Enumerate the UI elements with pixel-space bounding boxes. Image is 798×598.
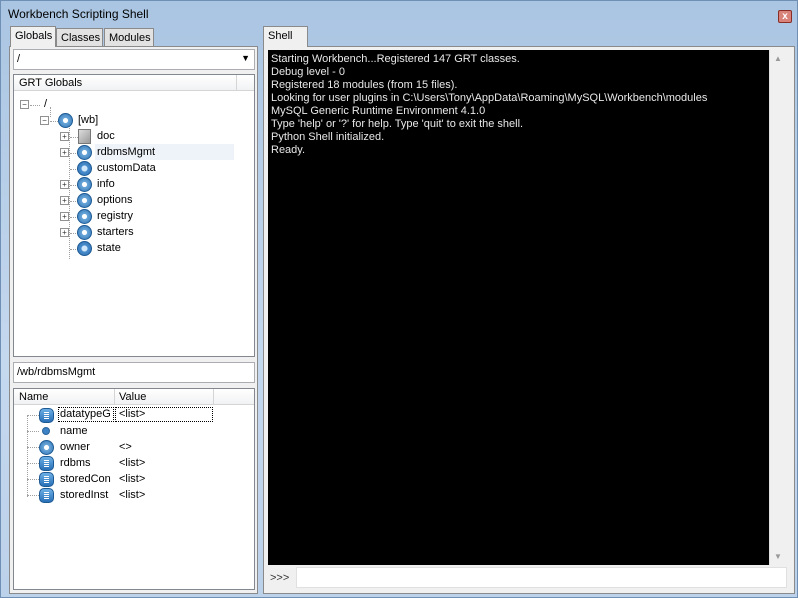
properties-list[interactable]: Name Value datatypeG <list> name owner <…	[13, 388, 255, 590]
object-icon	[58, 113, 73, 128]
output-line: Type 'help' or '?' for help. Type 'quit'…	[271, 118, 524, 130]
prop-name[interactable]: storedCon	[60, 471, 111, 487]
output-line: Debug level - 0	[271, 66, 345, 78]
tree-item-customdata[interactable]: customData	[97, 160, 156, 176]
collapse-icon[interactable]: −	[20, 100, 29, 109]
expand-icon[interactable]: +	[60, 196, 69, 205]
expand-icon[interactable]: +	[60, 132, 69, 141]
tree-item-registry[interactable]: registry	[97, 208, 133, 224]
dict-icon	[77, 241, 92, 256]
object-icon	[39, 440, 54, 455]
prop-value: <list>	[119, 473, 146, 485]
collapse-icon[interactable]: −	[40, 116, 49, 125]
list-icon	[39, 472, 54, 487]
chevron-down-icon[interactable]: ▼	[241, 53, 250, 63]
prop-name[interactable]: name	[60, 423, 88, 439]
tree-item-wb[interactable]: [wb]	[78, 112, 98, 128]
object-icon	[77, 177, 92, 192]
tree-item-starters[interactable]: starters	[97, 224, 134, 240]
prop-name[interactable]: datatypeG	[58, 407, 114, 422]
prop-value: <list>	[119, 457, 146, 469]
tree-item-state[interactable]: state	[97, 240, 121, 256]
tab-modules[interactable]: Modules	[104, 28, 154, 47]
scripting-shell-window: Workbench Scripting Shell x Globals Clas…	[0, 0, 798, 598]
scroll-up-icon[interactable]: ▲	[774, 54, 782, 63]
document-icon	[78, 129, 91, 144]
tree-header: GRT Globals	[14, 75, 254, 91]
close-icon[interactable]: x	[778, 10, 792, 23]
object-icon	[77, 209, 92, 224]
globals-panel: / ▼ GRT Globals − / − [wb] + doc + rdbms…	[9, 46, 258, 594]
tree-item-options[interactable]: options	[97, 192, 132, 208]
expand-icon[interactable]: +	[60, 148, 69, 157]
dict-icon	[77, 161, 92, 176]
output-line: Ready.	[271, 144, 306, 156]
output-line: Python Shell initialized.	[271, 131, 385, 143]
list-icon	[39, 408, 54, 423]
prop-value: <list>	[119, 489, 146, 501]
tab-globals[interactable]: Globals	[10, 26, 56, 47]
vertical-scrollbar[interactable]: ▲ ▼	[769, 50, 786, 565]
expand-icon[interactable]: +	[60, 212, 69, 221]
tab-classes[interactable]: Classes	[56, 28, 103, 47]
tree-item-info[interactable]: info	[97, 176, 115, 192]
tree-item-doc[interactable]: doc	[97, 128, 115, 144]
prop-value[interactable]: <list>	[115, 407, 213, 422]
list-icon	[39, 456, 54, 471]
object-icon	[77, 193, 92, 208]
globals-tree[interactable]: GRT Globals − / − [wb] + doc + rdbmsMgmt…	[13, 74, 255, 357]
column-value[interactable]: Value	[119, 391, 146, 403]
shell-input[interactable]	[296, 567, 787, 588]
props-header: Name Value	[14, 389, 254, 405]
output-line: Registered 18 modules (from 15 files).	[271, 79, 458, 91]
selected-path-field[interactable]: /wb/rdbmsMgmt	[13, 362, 255, 383]
path-combo-value: /	[17, 53, 21, 65]
object-icon	[77, 145, 92, 160]
string-icon	[42, 427, 50, 435]
prop-name[interactable]: rdbms	[60, 455, 91, 471]
expand-icon[interactable]: +	[60, 180, 69, 189]
window-title: Workbench Scripting Shell	[8, 7, 149, 21]
shell-prompt: >>>	[270, 572, 290, 584]
tree-item-rdbmsmgmt[interactable]: rdbmsMgmt	[95, 144, 234, 160]
output-line: Looking for user plugins in C:\Users\Ton…	[271, 92, 708, 104]
prop-name[interactable]: owner	[60, 439, 90, 455]
path-combo[interactable]: / ▼	[13, 49, 255, 70]
prop-value: <>	[119, 441, 132, 453]
tree-item-root[interactable]: /	[44, 96, 47, 112]
expand-icon[interactable]: +	[60, 228, 69, 237]
list-icon	[39, 488, 54, 503]
output-line: Starting Workbench...Registered 147 GRT …	[271, 53, 520, 65]
column-name[interactable]: Name	[19, 391, 48, 403]
output-line: MySQL Generic Runtime Environment 4.1.0	[271, 105, 486, 117]
prop-name[interactable]: storedInst	[60, 487, 108, 503]
shell-output[interactable]: Starting Workbench...Registered 147 GRT …	[268, 50, 769, 565]
object-icon	[77, 225, 92, 240]
tab-shell[interactable]: Shell	[263, 26, 308, 47]
scroll-down-icon[interactable]: ▼	[774, 552, 782, 561]
